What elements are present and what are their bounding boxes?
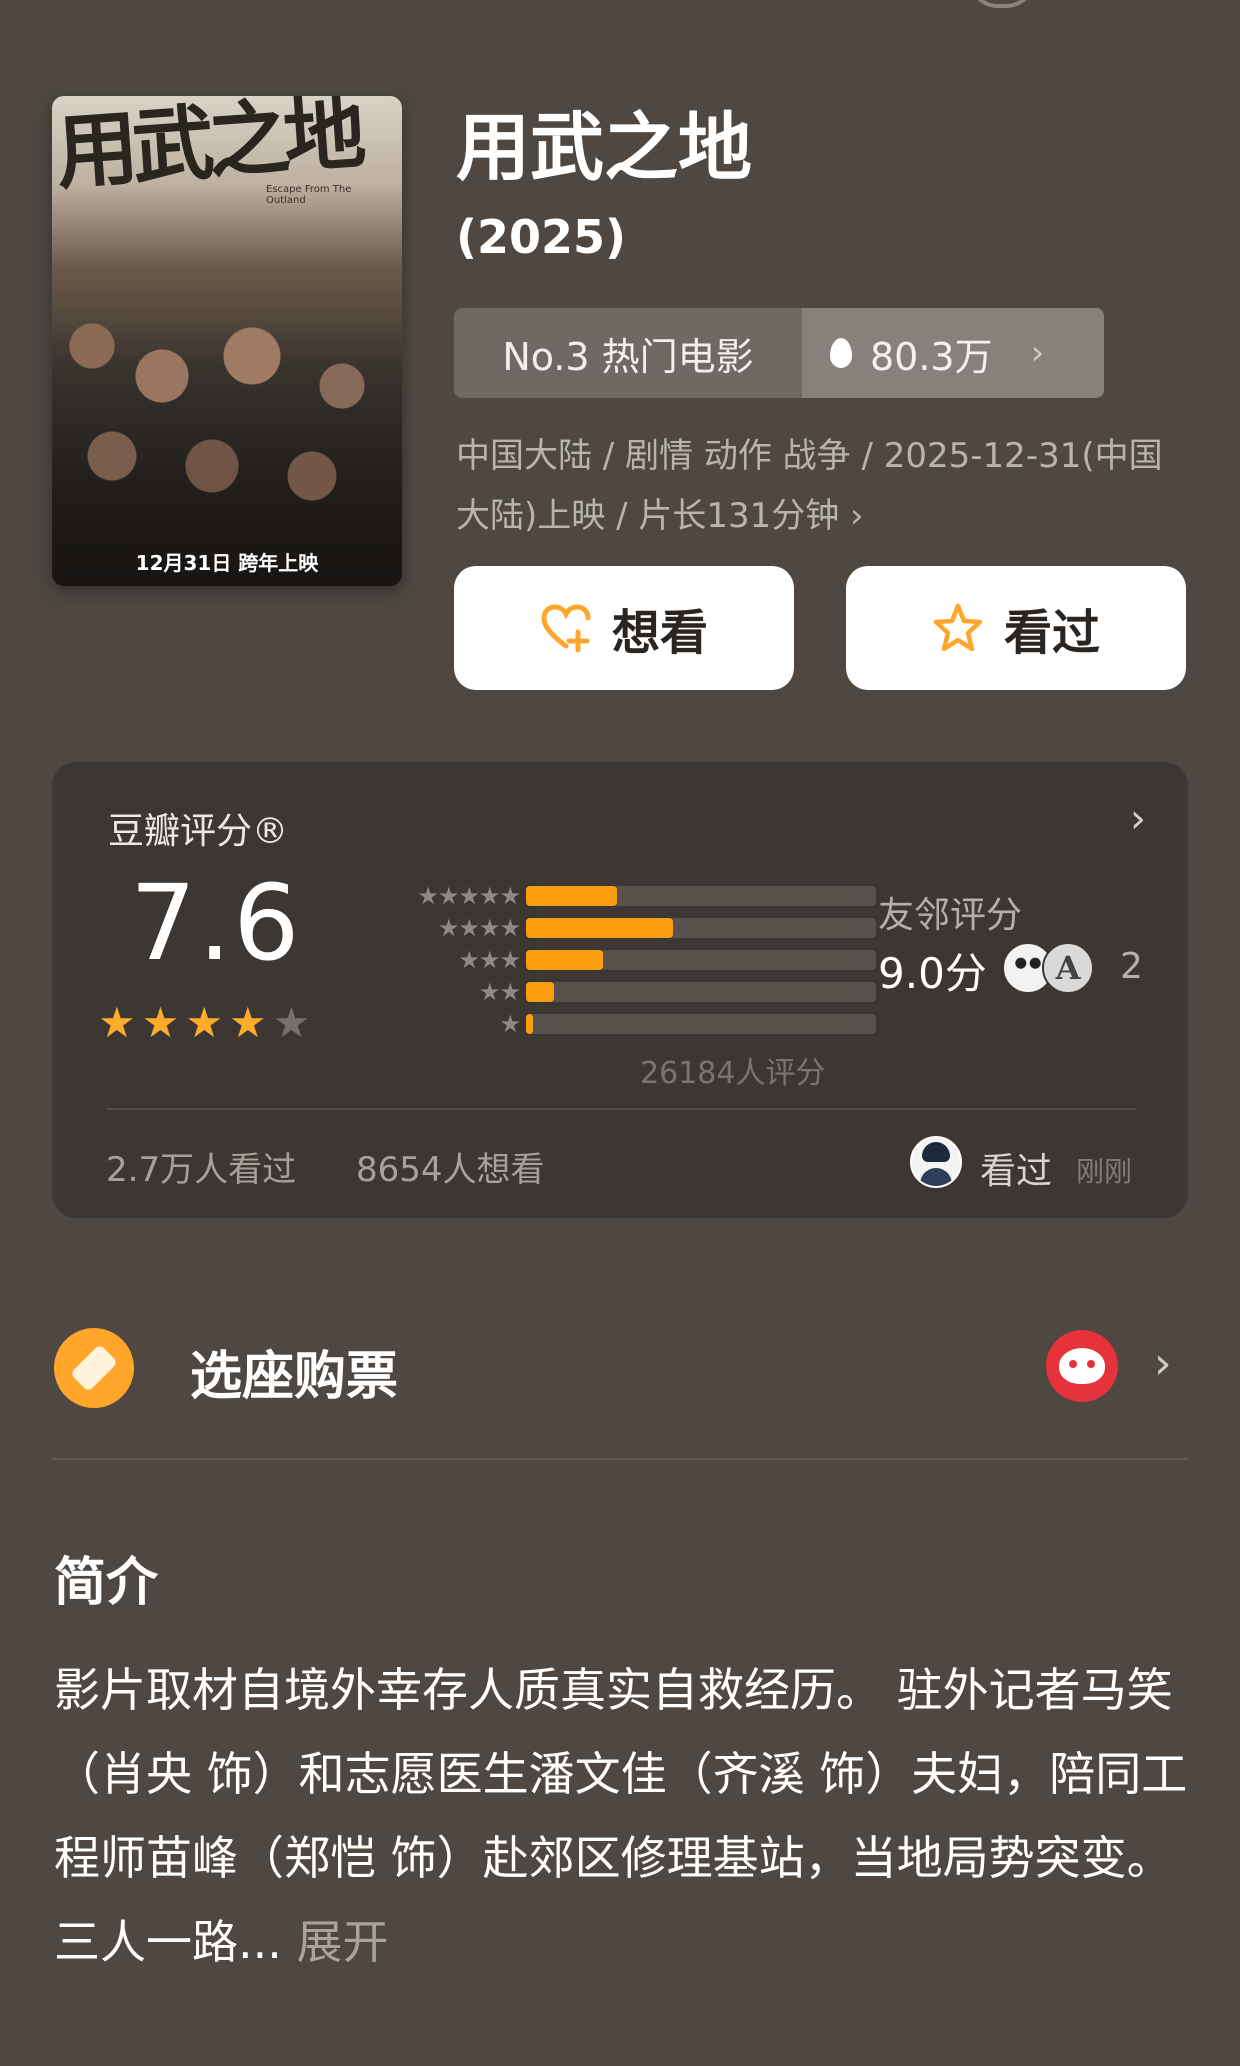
distribution-track — [526, 1014, 876, 1034]
distribution-row: ★★★ — [334, 944, 894, 976]
friends-rating-score: 9.0分 — [878, 949, 987, 998]
movie-poster[interactable]: 用武之地 Escape From The Outland 12月31日 跨年上映 — [52, 96, 402, 586]
distribution-row: ★★★★ — [334, 912, 894, 944]
friend-avatar[interactable]: A — [1042, 942, 1094, 994]
want-count[interactable]: 8654人想看 — [356, 1142, 545, 1191]
star-icon: ★ — [228, 998, 267, 1047]
distribution-row: ★ — [334, 1008, 894, 1040]
heat-value: 80.3万 — [870, 334, 993, 379]
section-divider — [52, 1458, 1188, 1460]
star-icon: ★ — [272, 998, 311, 1047]
distribution-stars: ★★★★ — [437, 914, 521, 942]
douban-rating-label: 豆瓣评分® — [108, 811, 289, 852]
heat-section[interactable]: 80.3万 › — [802, 308, 1104, 398]
my-avatar[interactable] — [910, 1136, 962, 1188]
star-icon: ★ — [141, 998, 180, 1047]
flame-icon — [830, 338, 852, 368]
poster-release-caption: 12月31日 跨年上映 — [135, 551, 319, 575]
star-icon: ★ — [185, 998, 223, 1047]
rating-score: 7.6 — [130, 862, 302, 984]
want-label: 想看 — [611, 605, 708, 661]
distribution-bar — [526, 1014, 533, 1034]
top-avatar-stub — [968, 0, 1036, 8]
star-icon: ★ — [98, 998, 136, 1047]
seen-count[interactable]: 2.7万人看过 — [106, 1142, 296, 1191]
distribution-bar — [526, 950, 603, 970]
maoyan-cat-icon[interactable] — [1046, 1330, 1118, 1402]
distribution-bar — [526, 982, 554, 1002]
rating-distribution: ★★★★★ ★★★★ ★★★ ★★ ★ — [334, 880, 894, 1040]
heart-plus-icon — [541, 604, 591, 653]
intro-body: 影片取材自境外幸存人质真实自救经历。 驻外记者马笑（肖央 饰）和志愿医生潘文佳（… — [54, 1663, 1188, 1969]
expand-link[interactable]: 展开 — [297, 1915, 389, 1969]
distribution-row: ★★ — [334, 976, 894, 1008]
distribution-track — [526, 950, 876, 970]
movie-meta-info[interactable]: 中国大陆 / 剧情 动作 战争 / 2025-12-31(中国大陆)上映 / 片… — [456, 426, 1196, 546]
distribution-row: ★★★★★ — [334, 880, 894, 912]
distribution-bar — [526, 918, 673, 938]
seen-label: 看过 — [1003, 605, 1100, 661]
chevron-right-icon[interactable]: › — [1130, 796, 1146, 842]
movie-year: (2025) — [456, 210, 627, 264]
buy-tickets-label[interactable]: 选座购票 — [190, 1334, 398, 1409]
intro-text: 影片取材自境外幸存人质真实自救经历。 驻外记者马笑（肖央 饰）和志愿医生潘文佳（… — [54, 1648, 1194, 1984]
want-to-watch-button[interactable]: 想看 — [454, 566, 794, 690]
distribution-stars: ★★★★★ — [417, 882, 521, 910]
ticket-icon — [54, 1328, 134, 1408]
movie-title: 用武之地 — [456, 105, 752, 191]
my-watch-status[interactable]: 看过 — [980, 1142, 1052, 1194]
card-divider — [106, 1108, 1136, 1110]
chevron-right-icon[interactable]: › — [1154, 1338, 1172, 1389]
intro-heading: 简介 — [54, 1553, 159, 1613]
distribution-stars: ★★ — [478, 978, 521, 1006]
distribution-stars: ★★★ — [458, 946, 521, 974]
hot-rank-label: No.3 热门电影 — [454, 308, 802, 398]
rating-card[interactable]: 豆瓣评分® › 7.6 ★ ★ ★ ★ ★ ★★★★★ ★★★★ ★★★ ★★ ★ 26184人… — [52, 762, 1188, 1218]
poster-crowd-image — [52, 316, 402, 586]
distribution-track — [526, 982, 876, 1002]
distribution-bar — [526, 886, 617, 906]
watched-button[interactable]: 看过 — [846, 566, 1186, 690]
friends-count: 2 — [1120, 946, 1143, 987]
rating-count: 26184人评分 — [640, 1056, 826, 1091]
rating-stars: ★ ★ ★ ★ ★ — [98, 1002, 310, 1044]
hot-rank-badge[interactable]: No.3 热门电影 80.3万 › — [454, 308, 1104, 398]
chevron-right-icon: › — [1030, 333, 1045, 373]
distribution-track — [526, 918, 876, 938]
poster-english-subtitle: Escape From The Outland — [266, 184, 352, 206]
distribution-track — [526, 886, 876, 906]
friends-rating-label: 友邻评分 — [878, 895, 1023, 936]
poster-title-art: 用武之地 — [53, 96, 363, 202]
star-outline-icon — [933, 603, 983, 652]
my-status-time: 刚刚 — [1076, 1155, 1133, 1188]
distribution-stars: ★ — [499, 1010, 520, 1038]
